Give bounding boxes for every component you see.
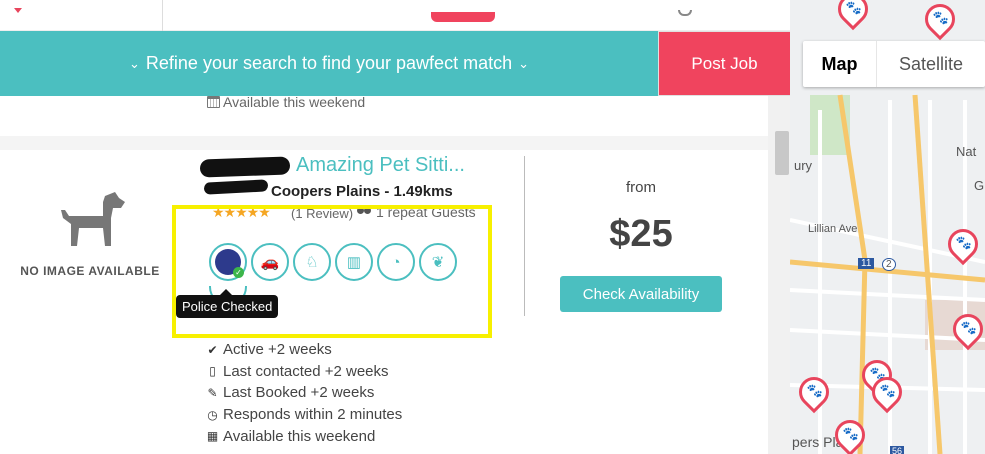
divider: [162, 0, 163, 31]
scrollbar-thumb[interactable]: [775, 131, 789, 175]
police-checked-tooltip: Police Checked: [176, 289, 279, 318]
chevron-down-icon: ⌄: [129, 55, 140, 71]
sitter-name-link[interactable]: Amazing Pet Sitti...: [296, 154, 465, 177]
map-type-toggle: Map Satellite: [803, 41, 985, 87]
service-badges: 🚗 ♘ ▥ ◔ ❦: [209, 243, 457, 281]
edit-icon: ✎: [207, 385, 218, 400]
map-label: G: [974, 178, 985, 193]
route-badge: 56: [890, 446, 905, 454]
previous-listing-availability: Available this weekend: [207, 94, 365, 110]
police-checked-badge-icon[interactable]: [209, 243, 247, 281]
clock-icon: ◷: [207, 407, 218, 422]
top-nav-strip: [0, 0, 790, 31]
stat-responds: ◷ Responds within 2 minutes: [207, 406, 403, 424]
stat-last-booked: ✎ Last Booked +2 weeks: [207, 384, 375, 402]
caret-down-icon[interactable]: [14, 8, 22, 13]
map-label: ury: [794, 158, 813, 173]
route-badge: 2: [882, 258, 896, 271]
map-label: Nat: [956, 144, 977, 159]
listing-stats: ✔ Active +2 weeks ▯ Last contacted +2 week…: [206, 339, 402, 447]
no-image-label: NO IMAGE AVAILABLE: [20, 264, 160, 278]
check-availability-button[interactable]: Check Availability: [560, 276, 722, 312]
redaction-mark: [203, 179, 269, 195]
stat-active: ✔ Active +2 weeks: [207, 341, 332, 359]
divider: [524, 156, 525, 316]
user-icon[interactable]: [678, 10, 692, 16]
listing-separator: [0, 136, 768, 150]
fence-badge-icon[interactable]: ▥: [335, 243, 373, 281]
refine-search-bar[interactable]: ⌄ Refine your search to find your pawfec…: [0, 31, 658, 96]
stat-availability: ▦ Available this weekend: [206, 427, 376, 445]
satellite-view-button[interactable]: Satellite: [877, 41, 985, 87]
post-job-button[interactable]: Post Job: [658, 31, 791, 96]
dog-icon: [61, 192, 125, 246]
clock-badge-icon[interactable]: ◔: [377, 243, 415, 281]
sitter-location: Coopers Plains - 1.49kms: [271, 183, 453, 200]
nav-pill[interactable]: [431, 12, 495, 22]
stat-last-contacted: ▯ Last contacted +2 weeks: [206, 361, 402, 383]
results-list: Available this weekend NO IMAGE AVAILABL…: [0, 94, 768, 454]
map-label: Lillian Ave: [808, 223, 858, 235]
route-badge: 11: [858, 258, 875, 269]
redaction-mark: [199, 156, 291, 178]
chevron-down-icon: ⌄: [518, 55, 529, 71]
leaf-badge-icon[interactable]: ❦: [419, 243, 457, 281]
calendar-icon: ▦: [206, 429, 219, 444]
car-badge-icon[interactable]: 🚗: [251, 243, 289, 281]
phone-icon: ▯: [209, 364, 216, 379]
map-view-button[interactable]: Map: [803, 41, 877, 87]
price-value: $25: [609, 213, 673, 255]
calendar-icon: [207, 96, 220, 108]
price-from-label: from: [626, 179, 656, 196]
refine-search-label: Refine your search to find your pawfect …: [145, 53, 513, 73]
dog-walking-badge-icon[interactable]: ♘: [293, 243, 331, 281]
check-icon: ✔: [207, 342, 218, 357]
listing-photo-placeholder[interactable]: NO IMAGE AVAILABLE: [14, 188, 166, 278]
